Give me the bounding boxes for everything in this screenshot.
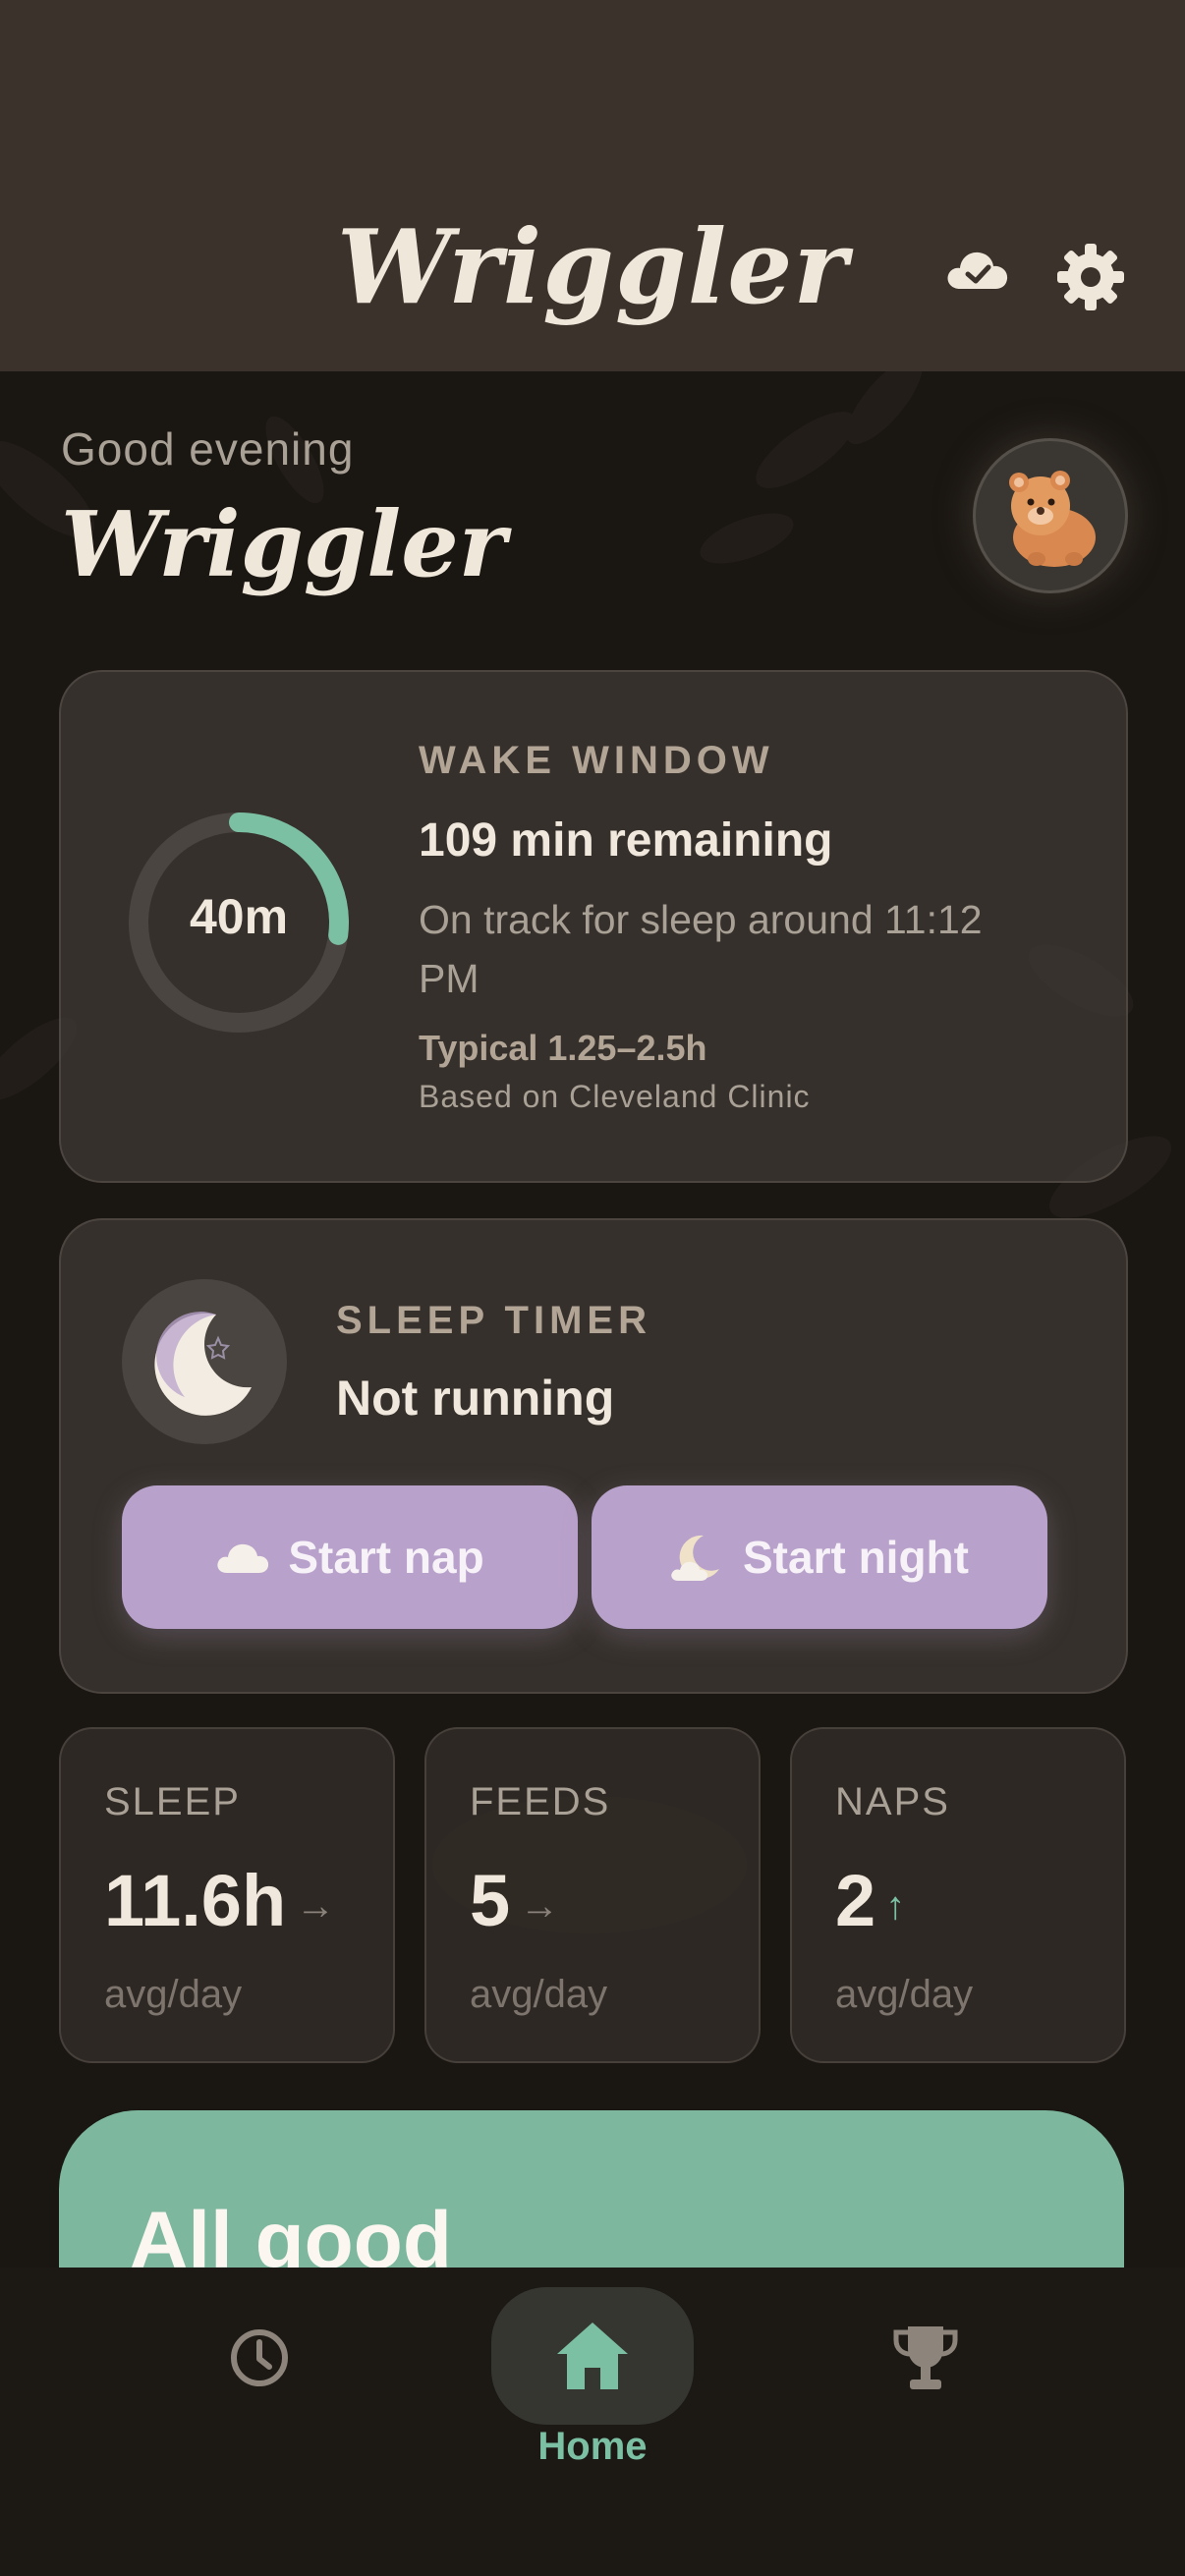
trend-flat-icon: → — [520, 1883, 560, 1928]
baby-name: Wriggler — [61, 491, 507, 597]
stat-feeds-card[interactable]: FEEDS 5 → avg/day — [424, 1727, 761, 2063]
wake-window-card[interactable]: 40m WAKE WINDOW 109 min remaining On tra… — [59, 670, 1128, 1183]
moon-cloud-icon — [671, 1535, 719, 1581]
wake-window-elapsed: 40m — [189, 889, 289, 944]
sleep-timer-title: SLEEP TIMER — [336, 1299, 651, 1342]
trend-up-icon: ↑ — [885, 1883, 906, 1928]
stat-label: NAPS — [835, 1780, 950, 1823]
start-nap-button[interactable]: Start nap — [122, 1485, 578, 1629]
nav-home-label: Home — [537, 2425, 648, 2468]
stat-sub: avg/day — [104, 1973, 243, 2016]
start-nap-label: Start nap — [288, 1532, 484, 1583]
moon-badge — [122, 1279, 287, 1444]
home-icon[interactable] — [551, 2315, 634, 2397]
sleep-timer-card: SLEEP TIMER Not running Start nap Start … — [59, 1218, 1128, 1694]
stat-naps-card[interactable]: NAPS 2 ↑ avg/day — [790, 1727, 1126, 2063]
app-header: Wriggler — [0, 0, 1185, 371]
moon-icon — [154, 1312, 252, 1416]
stat-sub: avg/day — [835, 1973, 974, 2016]
wake-window-remaining: 109 min remaining — [419, 814, 833, 867]
wake-window-title: WAKE WINDOW — [419, 739, 774, 782]
gear-icon[interactable] — [1055, 242, 1126, 312]
start-night-label: Start night — [743, 1532, 969, 1583]
cloud-check-icon[interactable] — [946, 248, 1009, 291]
stat-label: FEEDS — [470, 1780, 611, 1823]
wake-window-forecast: On track for sleep around 11:12 PM — [419, 897, 983, 1001]
stat-label: SLEEP — [104, 1780, 241, 1823]
wake-window-typical: Typical 1.25–2.5h — [419, 1028, 707, 1068]
stat-value: 5 → — [470, 1860, 560, 1941]
greeting-text: Good evening — [61, 423, 355, 475]
stat-sub: avg/day — [470, 1973, 608, 2016]
stat-sleep-card[interactable]: SLEEP 11.6h → avg/day — [59, 1727, 395, 2063]
baby-avatar[interactable] — [973, 438, 1128, 593]
start-night-button[interactable]: Start night — [592, 1485, 1047, 1629]
trophy-icon[interactable] — [890, 2321, 961, 2395]
bottom-nav: Home — [0, 2268, 1185, 2576]
cloud-icon — [217, 1543, 269, 1573]
sleep-timer-status: Not running — [336, 1371, 615, 1426]
stat-value: 11.6h → — [104, 1860, 336, 1941]
history-icon[interactable] — [224, 2323, 295, 2393]
trend-flat-icon: → — [296, 1883, 336, 1928]
wake-window-source: Based on Cleveland Clinic — [419, 1079, 811, 1114]
bear-avatar-icon — [1009, 471, 1096, 567]
stat-value: 2 ↑ — [835, 1860, 906, 1941]
